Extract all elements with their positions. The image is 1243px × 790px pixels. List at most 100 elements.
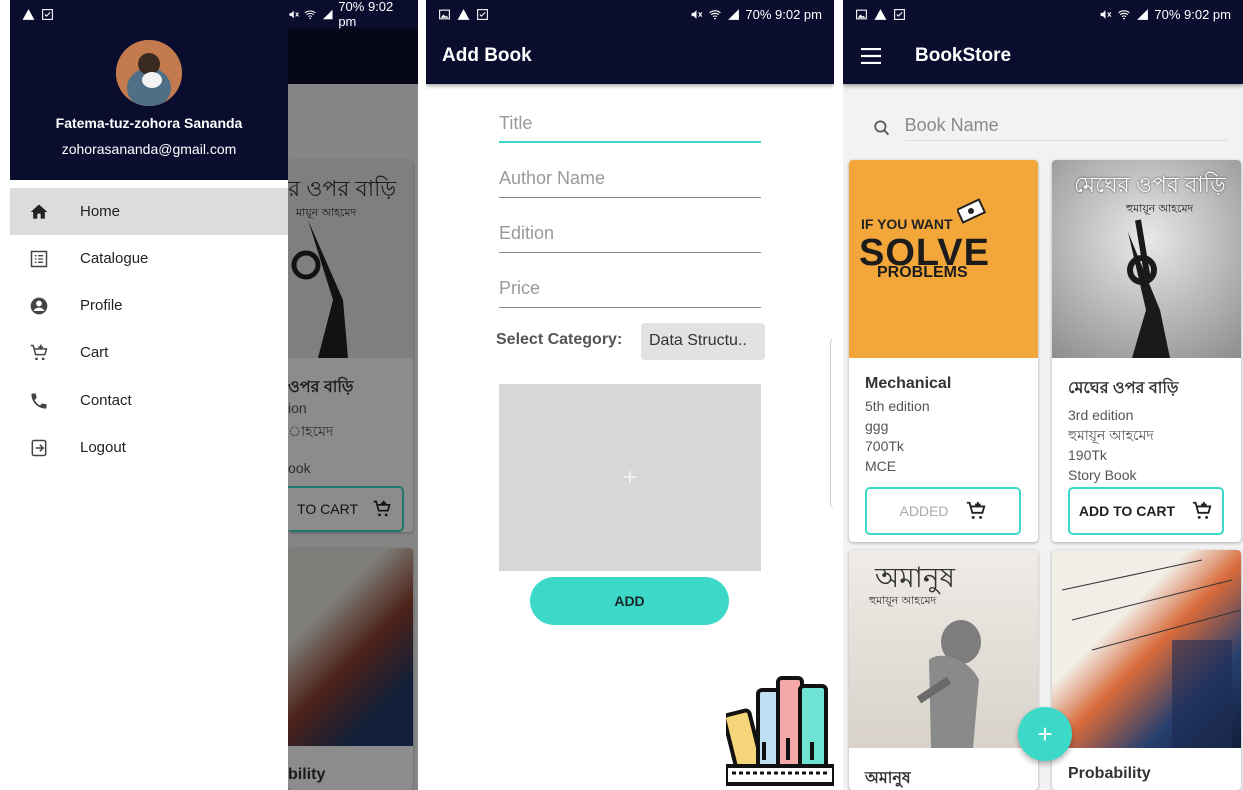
price-placeholder: Price	[499, 278, 541, 298]
search-bar[interactable]: Book Name	[873, 112, 1228, 144]
drawer-item-cart[interactable]: Cart	[10, 329, 288, 376]
drawer-item-label: Home	[80, 203, 121, 220]
title-placeholder: Title	[499, 113, 533, 133]
cover-text: IF YOU WANT	[861, 216, 953, 232]
avatar[interactable]	[116, 40, 182, 106]
search-icon	[874, 120, 890, 136]
bookshelf-icon	[726, 676, 834, 786]
app-bar: BookStore	[843, 28, 1243, 84]
author-input[interactable]: Author Name	[499, 158, 761, 198]
signal-icon	[322, 9, 333, 19]
status-text: 70% 9:02 pm	[338, 0, 394, 29]
drawer-item-logout[interactable]: Logout	[10, 424, 288, 471]
cart-button-label: ADD TO CART	[1078, 503, 1176, 519]
book-card[interactable]: Probability	[1052, 550, 1241, 790]
wifi-icon	[305, 10, 317, 19]
status-right-icons: 70% 9:02 pm	[690, 7, 822, 22]
warning-icon	[874, 8, 887, 20]
image-icon	[439, 9, 450, 19]
wifi-icon	[1118, 9, 1131, 19]
scissors-illustration	[1127, 219, 1170, 358]
plus-icon: +	[622, 463, 637, 491]
drawer-item-home[interactable]: Home	[10, 188, 288, 235]
mute-icon	[1101, 9, 1112, 19]
drawer-item-profile[interactable]: Profile	[10, 282, 288, 329]
drawer-item-contact[interactable]: Contact	[10, 377, 288, 424]
status-bar-right: 70% 9:02 pm	[288, 0, 418, 29]
book-price: 700Tk	[865, 438, 904, 454]
cart-icon	[28, 342, 50, 364]
book-title: Probability	[1068, 765, 1151, 782]
add-cart-icon	[1192, 501, 1212, 519]
bookstore-screen: 70% 9:02 pm BookStore Book Name IF YOU W…	[843, 0, 1243, 790]
book-card[interactable]: অমানুষ হুমায়ূন আহমেদ অমানুষ	[849, 550, 1038, 790]
drawer-item-label: Contact	[80, 392, 132, 409]
book-edition: 5th edition	[865, 398, 930, 414]
drawer-item-catalogue[interactable]: Catalogue	[10, 235, 288, 282]
phone-icon	[28, 390, 50, 412]
book-info: মেঘের ওপর বাড়ি 3rd edition হুমায়ূন আহম…	[1052, 358, 1241, 485]
added-button[interactable]: ADDED	[865, 487, 1021, 535]
menu-icon[interactable]	[861, 48, 881, 64]
status-bar	[10, 0, 288, 28]
book-title: মেঘের ওপর বাড়ি	[1068, 380, 1179, 397]
status-bar: 70% 9:02 pm	[843, 0, 1243, 28]
warning-icon	[22, 8, 35, 20]
book-info: অমানুষ	[849, 748, 1038, 790]
navigation-drawer: Fatema-tuz-zohora Sananda zohorasananda@…	[10, 0, 288, 790]
book-category: MCE	[865, 458, 897, 474]
drawer-item-label: Catalogue	[80, 250, 149, 267]
book-card[interactable]: মেঘের ওপর বাড়ি হুমায়ূন আহমেদ মেঘের ওপর…	[1052, 160, 1241, 542]
book-category: Story Book	[1068, 467, 1137, 483]
edition-input[interactable]: Edition	[499, 213, 761, 253]
status-text: 70% 9:02 pm	[745, 6, 822, 22]
book-title: Mechanical	[865, 375, 952, 392]
status-left-icons	[855, 8, 906, 21]
title-input[interactable]: Title	[499, 103, 761, 143]
status-bar: 70% 9:02 pm	[426, 0, 834, 28]
cover-text: PROBLEMS	[877, 264, 968, 281]
status-text: 70% 9:02 pm	[1154, 6, 1231, 22]
category-select[interactable]: Data Structu..	[641, 323, 765, 360]
avatar-illustration	[116, 40, 182, 106]
user-email: zohorasananda@gmail.com	[61, 141, 237, 157]
book-info: Probability	[1052, 748, 1241, 783]
signal-icon	[1137, 8, 1149, 20]
drawer-item-label: Profile	[80, 297, 123, 314]
add-cart-icon	[966, 501, 985, 519]
book-card[interactable]: IF YOU WANT SOLVE PROBLEMS Mechanical 5t…	[849, 160, 1038, 542]
edition-placeholder: Edition	[499, 223, 555, 243]
image-picker[interactable]: +	[499, 384, 761, 571]
page-title: BookStore	[915, 45, 1012, 66]
scrollbar-hint	[830, 337, 834, 509]
page-title: Add Book	[442, 45, 532, 66]
image-icon	[856, 9, 867, 19]
painting-illustration	[1061, 559, 1241, 748]
add-book-fab[interactable]: +	[1018, 707, 1072, 761]
home-icon	[28, 201, 50, 223]
add-button[interactable]: ADD	[530, 577, 729, 625]
drawer-header: Fatema-tuz-zohora Sananda zohorasananda@…	[10, 0, 288, 180]
price-input[interactable]: Price	[499, 268, 761, 308]
list-icon	[28, 248, 50, 270]
author-placeholder: Author Name	[499, 168, 606, 188]
book-price: 190Tk	[1068, 447, 1107, 463]
figure-illustration	[916, 620, 981, 748]
book-cover	[1052, 550, 1241, 748]
status-right-icons: 70% 9:02 pm	[1099, 7, 1231, 22]
logout-icon	[28, 437, 50, 459]
checkbox-icon	[894, 8, 905, 20]
add-book-screen: 70% 9:02 pm Add Book Title Author Name E…	[426, 0, 834, 790]
category-label: Select Category:	[496, 331, 623, 348]
book-author: হুমায়ূন আহমেদ	[1068, 427, 1154, 443]
status-left-icons	[22, 8, 54, 21]
money-icon	[957, 198, 987, 224]
mute-icon	[692, 9, 703, 19]
warning-icon	[457, 8, 470, 20]
search-input[interactable]: Book Name	[904, 115, 1228, 141]
add-to-cart-button[interactable]: ADD TO CART	[1068, 487, 1224, 535]
wifi-icon	[709, 9, 722, 19]
book-author: ggg	[865, 418, 889, 434]
status-left-icons	[438, 8, 489, 21]
book-info: Mechanical 5th edition ggg 700Tk MCE	[849, 358, 1038, 476]
